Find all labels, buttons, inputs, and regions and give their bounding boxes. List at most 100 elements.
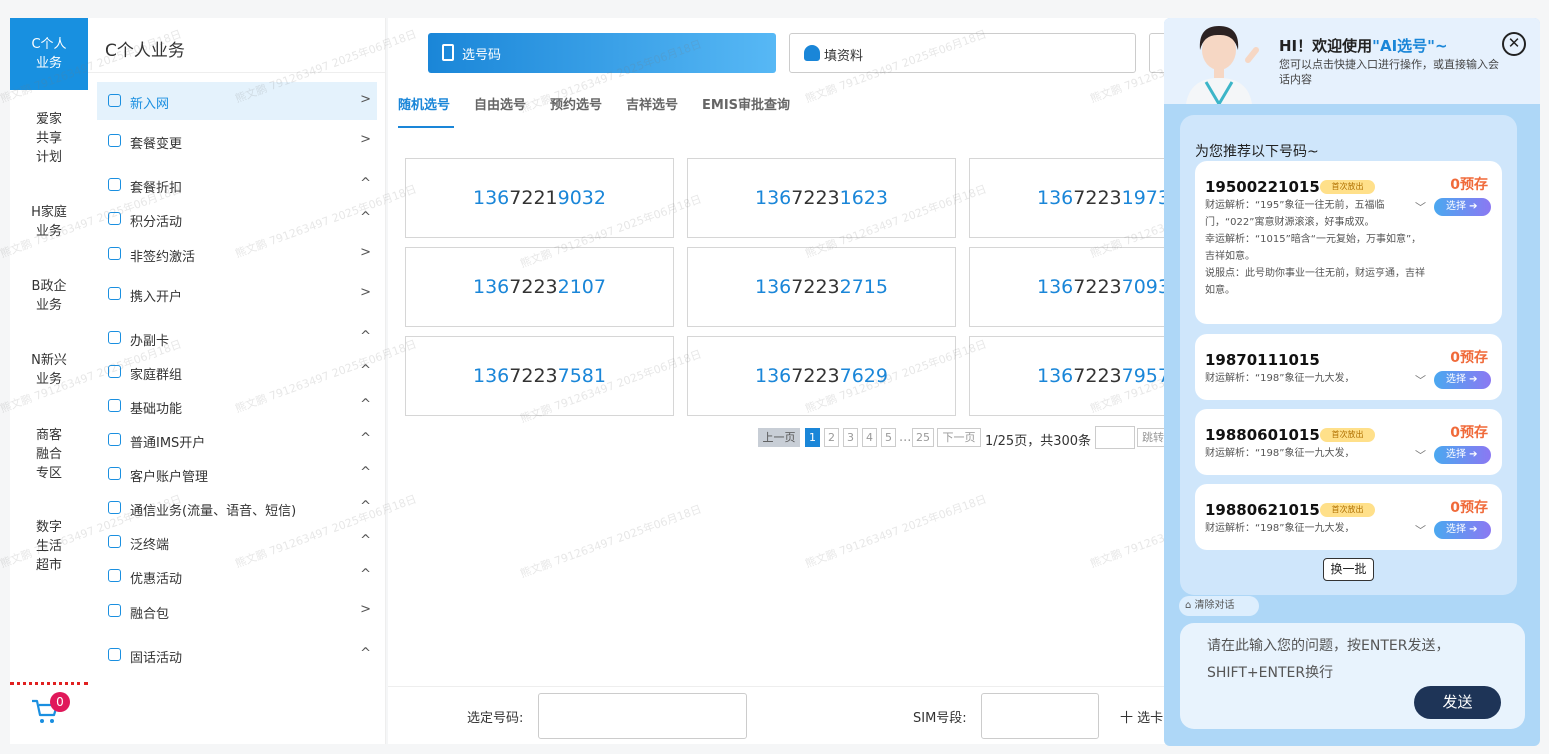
number-option[interactable]: 13672237629 — [687, 336, 956, 416]
number-middle: 7223 — [791, 365, 840, 387]
page-ellipsis: ... — [899, 430, 912, 445]
number-option[interactable]: 13672219032 — [405, 158, 674, 238]
number-middle: 7223 — [1073, 365, 1122, 387]
menu-title: C个人业务 — [105, 41, 185, 61]
prev-page-button[interactable]: 上一页 — [758, 428, 800, 447]
menu-item[interactable]: 普通IMS开户 ^ — [97, 421, 377, 459]
nav-item-personal[interactable]: C个人 业务 — [10, 18, 96, 90]
nav-item-digital-life[interactable]: 数字 生活 超市 — [10, 518, 88, 575]
menu-item[interactable]: 家庭群组 ^ — [97, 353, 377, 391]
menu-item[interactable]: 积分活动 ^ — [97, 200, 377, 238]
nav-item-emerging[interactable]: N新兴 业务 — [10, 351, 88, 389]
menu-item[interactable]: 客户账户管理 ^ — [97, 455, 377, 493]
nav-label: 商客 融合 专区 — [35, 428, 62, 481]
menu-item[interactable]: 优惠活动 ^ — [97, 557, 377, 595]
chevron-icon: ^ — [360, 431, 371, 446]
ai-subtitle: 您可以点击快捷入口进行操作，或直接输入会话内容 — [1279, 58, 1499, 86]
menu-item-label: 通信业务(流量、语音、短信) — [130, 504, 297, 519]
ai-title: HI！欢迎使用"AI选号"~ — [1279, 35, 1448, 56]
chevron-down-icon[interactable]: ﹀ — [1415, 522, 1426, 538]
first-release-badge: 首次放出 — [1320, 503, 1375, 517]
menu-item[interactable]: 携入开户 > — [97, 275, 377, 313]
menu-item[interactable]: 办副卡 ^ — [97, 319, 377, 357]
number-card: 19880601015 首次放出 0预存 选择 ➔ 财运解析：“198”象征一九大发， ﹀ — [1195, 409, 1502, 475]
page-button[interactable]: 4 — [862, 428, 877, 447]
tab-emis[interactable]: EMIS审批查询 — [702, 94, 790, 113]
chevron-down-icon[interactable]: ﹀ — [1415, 199, 1426, 215]
page-button[interactable]: 25 — [912, 428, 934, 447]
selected-number-label: 选定号码: — [467, 711, 524, 726]
send-button[interactable]: 发送 — [1414, 686, 1501, 719]
close-icon[interactable]: ✕ — [1502, 32, 1526, 56]
number-middle: 7223 — [791, 187, 840, 209]
menu-item[interactable]: 通信业务(流量、语音、短信) ^ — [97, 489, 377, 527]
nav-item-merchant[interactable]: 商客 融合 专区 — [10, 426, 88, 483]
swap-batch-button[interactable]: 换一批 — [1323, 558, 1374, 581]
tab-free[interactable]: 自由选号 — [474, 94, 526, 113]
tab-reserve[interactable]: 预约选号 — [550, 94, 602, 113]
nav-label: H家庭 业务 — [31, 205, 67, 239]
prepay-amount: 0预存 — [1450, 500, 1488, 516]
select-button[interactable]: 选择 ➔ — [1434, 198, 1491, 216]
chevron-down-icon[interactable]: ﹀ — [1415, 447, 1426, 463]
menu-item[interactable]: 泛终端 ^ — [97, 523, 377, 561]
card-number: 19870111015 — [1205, 351, 1320, 369]
nav-item-home[interactable]: H家庭 业务 — [10, 203, 88, 241]
page-jump-input[interactable] — [1095, 426, 1135, 449]
menu-item[interactable]: 固话活动 ^ — [97, 636, 377, 674]
nav-item-family-share[interactable]: 爱家 共享 计划 — [10, 110, 88, 167]
menu-item[interactable]: 基础功能 ^ — [97, 387, 377, 425]
bag-icon — [108, 134, 121, 147]
tab-random[interactable]: 随机选号 — [398, 94, 450, 113]
selected-number-field[interactable] — [538, 693, 747, 739]
chevron-icon: ^ — [360, 363, 371, 378]
step-fill-info[interactable]: 填资料 — [789, 33, 1136, 73]
broom-icon: ⌂ — [1185, 600, 1195, 611]
tab-lucky[interactable]: 吉祥选号 — [626, 94, 678, 113]
page-button[interactable]: 5 — [881, 428, 896, 447]
divider — [88, 72, 386, 73]
number-prefix: 136 — [473, 187, 510, 209]
sim-label: SIM号段: — [913, 711, 967, 726]
sim-field[interactable] — [981, 693, 1099, 739]
number-option[interactable]: 13672232715 — [687, 247, 956, 327]
menu-item[interactable]: 非签约激活 > — [97, 235, 377, 273]
step-select-number[interactable]: 选号码 — [428, 33, 776, 73]
menu-item-label: 优惠活动 — [130, 572, 183, 587]
select-card-button[interactable]: 十 选卡 — [1120, 707, 1163, 726]
chevron-down-icon[interactable]: ﹀ — [1415, 372, 1426, 388]
menu-item-label: 积分活动 — [130, 215, 183, 230]
select-button[interactable]: 选择 ➔ — [1434, 521, 1491, 539]
number-prefix: 136 — [1037, 187, 1074, 209]
number-option[interactable]: 13672237581 — [405, 336, 674, 416]
menu-item[interactable]: 套餐变更 > — [97, 122, 377, 160]
page-button[interactable]: 1 — [805, 428, 820, 447]
card-description: 财运解析：“195”象征一往无前，五福临门，“022”寓意财源滚滚，好事成双。 … — [1205, 200, 1425, 296]
menu-item-label: 办副卡 — [130, 334, 170, 349]
chevron-icon: ^ — [360, 567, 371, 582]
first-release-badge: 首次放出 — [1320, 428, 1375, 442]
menu-item[interactable]: 套餐折扣 ^ — [97, 166, 377, 204]
number-middle: 7221 — [509, 187, 558, 209]
select-button[interactable]: 选择 ➔ — [1434, 446, 1491, 464]
number-prefix: 136 — [1037, 365, 1074, 387]
menu-item-label: 非签约激活 — [130, 250, 196, 265]
menu-item[interactable]: 融合包 > — [97, 592, 377, 630]
clear-chat-label: 清除对话 — [1194, 600, 1235, 611]
page-button[interactable]: 2 — [824, 428, 839, 447]
number-option[interactable]: 13672232107 — [405, 247, 674, 327]
tab-indicator — [398, 126, 454, 128]
bag-icon — [108, 648, 121, 661]
menu-item[interactable]: 新入网 > — [97, 82, 377, 120]
bag-icon — [108, 399, 121, 412]
bag-icon — [108, 365, 121, 378]
bag-icon — [108, 287, 121, 300]
nav-item-enterprise[interactable]: B政企 业务 — [10, 277, 88, 315]
select-button[interactable]: 选择 ➔ — [1434, 371, 1491, 389]
number-option[interactable]: 13672231623 — [687, 158, 956, 238]
next-page-button[interactable]: 下一页 — [937, 428, 981, 447]
assistant-avatar — [1186, 26, 1259, 104]
page-button[interactable]: 3 — [843, 428, 858, 447]
menu-item-label: 新入网 — [130, 97, 170, 112]
clear-chat-button[interactable]: ⌂ 清除对话 — [1179, 596, 1259, 616]
